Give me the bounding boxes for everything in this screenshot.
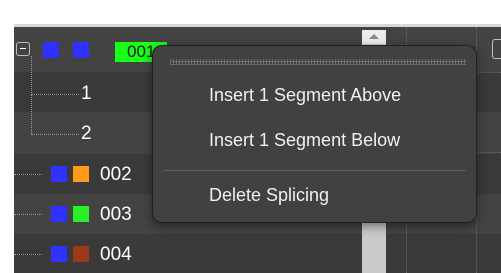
color-swatch-a xyxy=(43,42,59,58)
child-label: 1 xyxy=(81,83,92,104)
menu-item-insert-above[interactable]: Insert 1 Segment Above xyxy=(209,84,401,106)
tree-connector xyxy=(14,214,42,215)
tree-row-004[interactable]: 004 xyxy=(14,234,501,273)
color-swatch-a xyxy=(51,206,67,222)
tree-connector xyxy=(31,134,79,135)
scroll-up-arrow-icon[interactable] xyxy=(362,30,386,44)
child-label: 2 xyxy=(81,123,92,144)
tree-connector xyxy=(14,174,42,175)
color-swatch-b xyxy=(73,246,89,262)
menu-drag-grip[interactable] xyxy=(170,59,466,65)
item-label: 004 xyxy=(100,244,132,265)
menu-item-delete-splicing[interactable]: Delete Splicing xyxy=(209,184,329,206)
tree-connector xyxy=(31,56,32,95)
item-label: 003 xyxy=(100,204,132,225)
color-swatch-a xyxy=(51,166,67,182)
tree-connector xyxy=(31,94,79,95)
color-swatch-b xyxy=(73,206,89,222)
color-swatch-a xyxy=(51,246,67,262)
context-menu: Insert 1 Segment Above Insert 1 Segment … xyxy=(152,45,477,223)
tree-connector xyxy=(31,94,32,134)
item-label: 002 xyxy=(100,164,132,185)
timeline-marker-icon[interactable] xyxy=(492,39,501,59)
color-swatch-b xyxy=(73,166,89,182)
color-swatch-b xyxy=(73,42,89,58)
collapse-toggle-icon[interactable] xyxy=(16,42,30,56)
menu-separator xyxy=(163,170,466,171)
tree-connector xyxy=(14,254,42,255)
menu-item-insert-below[interactable]: Insert 1 Segment Below xyxy=(209,129,400,151)
